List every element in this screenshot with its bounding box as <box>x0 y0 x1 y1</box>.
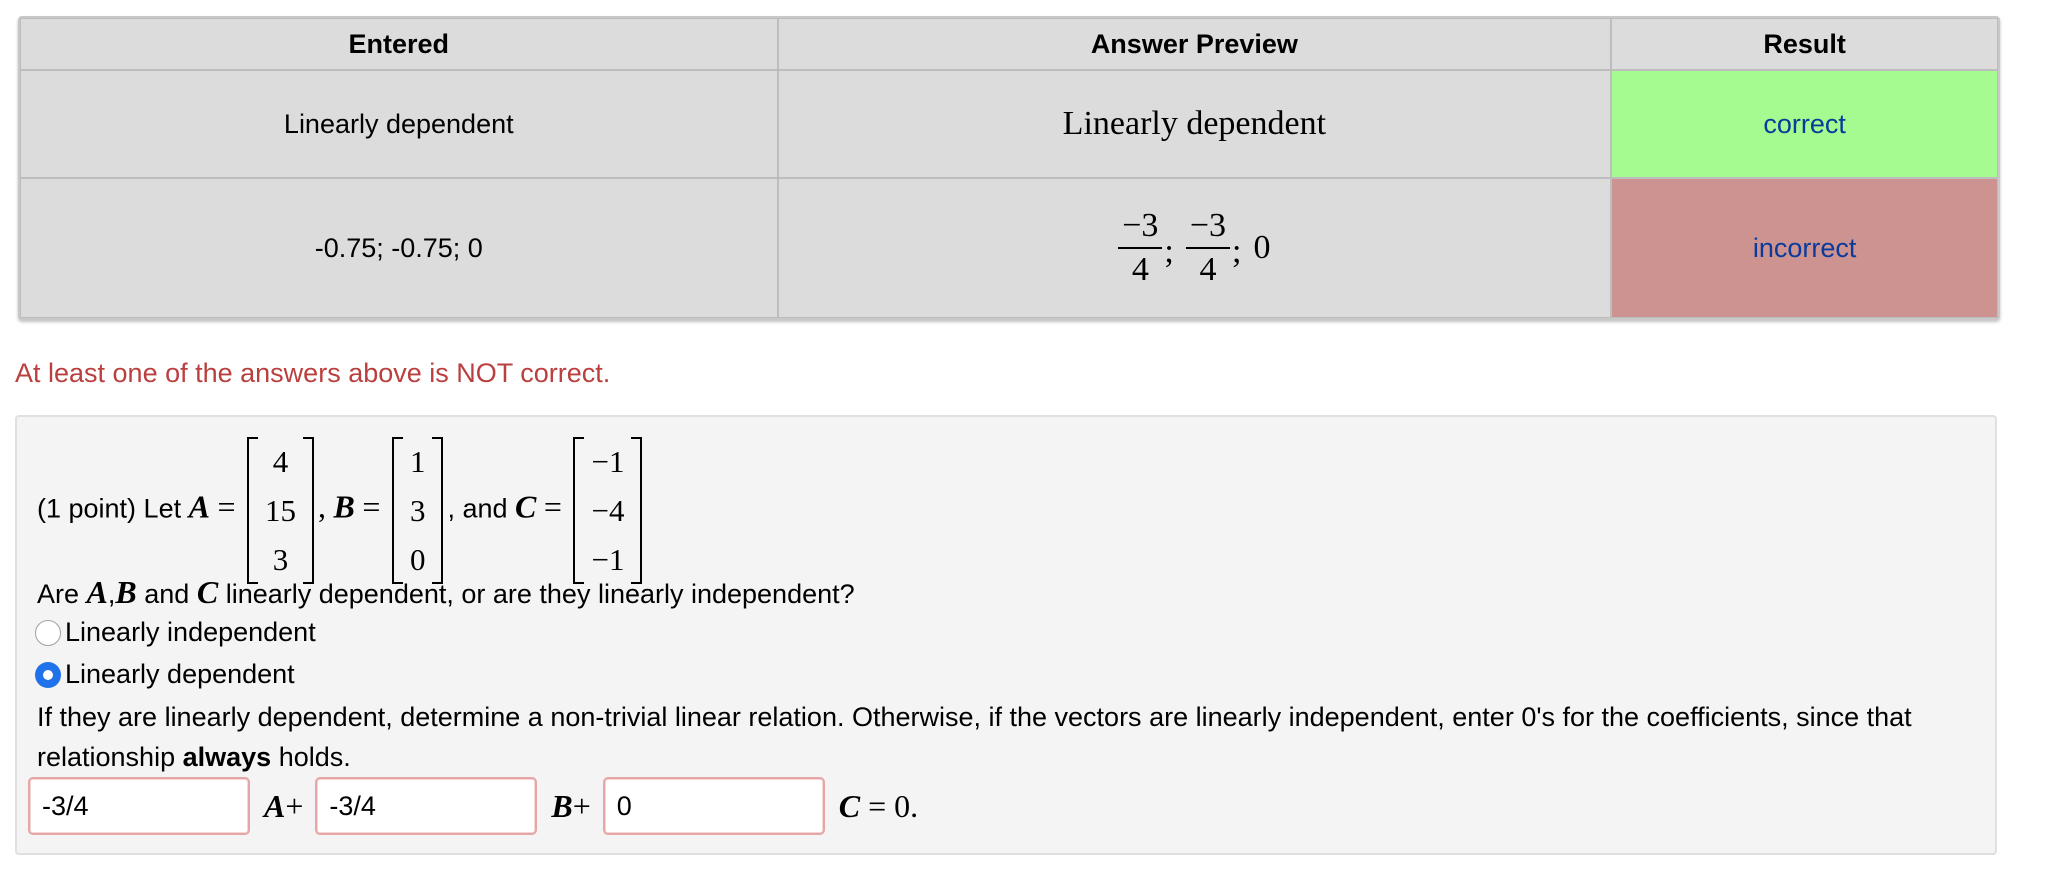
question-and: and <box>144 579 190 609</box>
coefficient-a-input[interactable] <box>28 777 250 835</box>
var-c: C <box>515 488 537 525</box>
option-linearly-dependent[interactable]: Linearly dependent <box>35 659 295 690</box>
var-b: B <box>551 787 573 824</box>
matrix-a: 4 15 3 <box>247 437 315 584</box>
var-a: A <box>86 574 108 610</box>
matrix-cell: 1 <box>409 444 426 479</box>
comma: , <box>318 488 327 525</box>
preview-last-value: 0 <box>1253 229 1271 266</box>
operator: = 0. <box>868 787 919 824</box>
matrix-cell: −4 <box>591 493 625 528</box>
instruction-text: If they are linearly dependent, determin… <box>37 697 1977 777</box>
var-b: B <box>333 488 355 525</box>
question-start: Are <box>37 579 80 609</box>
option-label: Linearly dependent <box>65 659 295 689</box>
header-entered: Entered <box>20 18 778 70</box>
result-cell-incorrect: incorrect <box>1611 178 1998 318</box>
radio-unchecked-icon[interactable] <box>35 619 61 646</box>
separator: ; <box>1232 233 1242 270</box>
instruction-bold: always <box>182 742 272 772</box>
question-text: Are A,B and C linearly dependent, or are… <box>37 574 855 611</box>
operator: + <box>572 787 591 824</box>
result-cell-correct: correct <box>1611 70 1998 178</box>
label-a-plus: A+ <box>264 788 303 825</box>
matrix-cell: −1 <box>591 444 625 479</box>
point-intro: (1 point) Let <box>37 493 182 524</box>
fraction-numerator: −3 <box>1185 209 1231 249</box>
results-table: Entered Answer Preview Result Linearly d… <box>18 16 2000 320</box>
table-row: -0.75; -0.75; 0 −3 4 ; −3 4 ; 0 incorrect <box>20 178 1998 318</box>
fraction-numerator: −3 <box>1118 209 1163 249</box>
header-answer-preview: Answer Preview <box>777 18 1612 70</box>
var-c: C <box>838 787 861 824</box>
matrix-b: 1 3 0 <box>391 437 444 584</box>
matrix-cell: 15 <box>265 493 297 528</box>
var-b: B <box>115 574 137 610</box>
question-end: linearly dependent, or are they linearly… <box>225 579 855 609</box>
and-text: , and <box>447 493 508 524</box>
entered-cell: Linearly dependent <box>20 70 778 178</box>
fraction: −3 4 <box>1118 209 1163 288</box>
var-c: C <box>196 574 219 610</box>
label-c-equals-zero: C = 0. <box>839 788 918 825</box>
radio-checked-icon[interactable] <box>35 661 61 688</box>
equals-sign: = <box>543 488 562 525</box>
instruction-part: holds. <box>278 742 351 772</box>
entered-cell: -0.75; -0.75; 0 <box>20 178 778 318</box>
matrix-cell: 4 <box>272 444 289 479</box>
equals-sign: = <box>362 488 381 525</box>
fraction-denominator: 4 <box>1199 251 1217 288</box>
option-label: Linearly independent <box>65 617 316 647</box>
var-a: A <box>188 488 210 525</box>
label-b-plus: B+ <box>551 788 590 825</box>
preview-math: −3 4 ; −3 4 ; 0 <box>1118 209 1271 287</box>
var-a: A <box>264 787 286 824</box>
option-linearly-independent[interactable]: Linearly independent <box>35 617 316 648</box>
operator: + <box>285 787 304 824</box>
coefficient-b-input[interactable] <box>315 777 538 835</box>
equals-sign: = <box>217 488 236 525</box>
separator: ; <box>1164 233 1174 270</box>
preview-cell: Linearly dependent <box>777 70 1612 178</box>
coefficient-c-input[interactable] <box>602 777 825 835</box>
header-result: Result <box>1611 18 1998 70</box>
preview-cell: −3 4 ; −3 4 ; 0 <box>777 178 1612 318</box>
table-row: Linearly dependent Linearly dependent co… <box>20 70 1998 178</box>
preview-text: Linearly dependent <box>1062 105 1327 142</box>
answer-row: A+ B+ C = 0. <box>28 775 930 837</box>
fraction: −3 4 <box>1185 209 1231 288</box>
results-header-row: Entered Answer Preview Result <box>20 18 1998 70</box>
fraction-denominator: 4 <box>1131 251 1149 288</box>
matrix-c: −1 −4 −1 <box>573 437 643 584</box>
problem-statement: (1 point) Let A = 4 15 3 , B = 1 3 0 , a… <box>37 437 646 584</box>
feedback-message: At least one of the answers above is NOT… <box>15 358 611 388</box>
matrix-cell: 3 <box>409 493 426 528</box>
